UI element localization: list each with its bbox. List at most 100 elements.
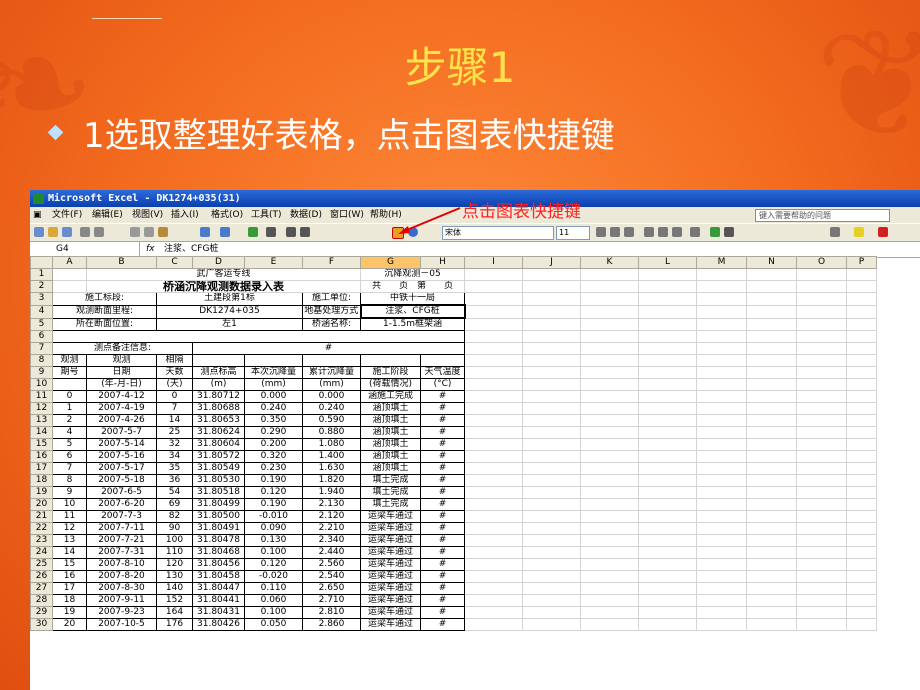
cell[interactable] bbox=[522, 594, 581, 607]
cell[interactable] bbox=[522, 342, 581, 355]
cell[interactable]: 11 bbox=[52, 510, 87, 523]
cell[interactable] bbox=[580, 426, 639, 439]
cell[interactable] bbox=[580, 330, 639, 343]
cell[interactable] bbox=[696, 510, 747, 523]
cell[interactable] bbox=[796, 522, 847, 535]
sort-asc-icon[interactable] bbox=[286, 227, 296, 237]
cell[interactable]: 运梁车通过 bbox=[360, 558, 421, 571]
cell[interactable]: 施工阶段 bbox=[360, 366, 421, 379]
cell[interactable] bbox=[522, 498, 581, 511]
cell[interactable] bbox=[846, 462, 877, 475]
menu-data[interactable]: 数据(D) bbox=[290, 207, 322, 223]
cell[interactable] bbox=[796, 280, 847, 293]
cell[interactable] bbox=[580, 280, 639, 293]
cell[interactable] bbox=[846, 450, 877, 463]
cell[interactable] bbox=[464, 366, 523, 379]
cell[interactable] bbox=[522, 414, 581, 427]
row-header[interactable]: 13 bbox=[30, 414, 53, 427]
cell[interactable] bbox=[192, 354, 245, 367]
cell[interactable] bbox=[846, 317, 877, 331]
cell[interactable] bbox=[796, 402, 847, 415]
merge-icon[interactable] bbox=[690, 227, 700, 237]
cell[interactable]: 35 bbox=[156, 462, 193, 475]
cell[interactable]: # bbox=[420, 498, 465, 511]
cell[interactable] bbox=[696, 292, 747, 306]
cell[interactable] bbox=[464, 268, 523, 281]
cell[interactable] bbox=[522, 438, 581, 451]
cell[interactable]: 31.80468 bbox=[192, 546, 245, 559]
menu-format[interactable]: 格式(O) bbox=[211, 207, 243, 223]
cell[interactable]: 152 bbox=[156, 594, 193, 607]
cell[interactable]: 9 bbox=[52, 486, 87, 499]
menu-tools[interactable]: 工具(T) bbox=[251, 207, 282, 223]
cell[interactable]: 本次沉降量 bbox=[244, 366, 303, 379]
cell[interactable]: 4 bbox=[52, 426, 87, 439]
cell[interactable]: DK1274+035 bbox=[156, 304, 303, 319]
cell[interactable]: 施工单位: bbox=[302, 292, 361, 306]
cell[interactable]: 31.80688 bbox=[192, 402, 245, 415]
row-header[interactable]: 30 bbox=[30, 618, 53, 631]
cell[interactable]: 2007-5-7 bbox=[86, 426, 157, 439]
cell[interactable]: 运梁车通过 bbox=[360, 522, 421, 535]
cell[interactable] bbox=[638, 522, 697, 535]
cell[interactable] bbox=[746, 342, 797, 355]
cell[interactable] bbox=[464, 510, 523, 523]
cell[interactable]: # bbox=[420, 438, 465, 451]
col-header[interactable]: G bbox=[360, 256, 421, 269]
cell[interactable] bbox=[846, 486, 877, 499]
cell[interactable]: 涵施工完成 bbox=[360, 390, 421, 403]
cell[interactable]: 中铁十一局 bbox=[360, 292, 465, 306]
cell[interactable]: 运梁车通过 bbox=[360, 618, 421, 631]
cell[interactable] bbox=[464, 354, 523, 367]
cell[interactable]: 2.650 bbox=[302, 582, 361, 595]
cell[interactable] bbox=[796, 438, 847, 451]
cell[interactable]: 2.710 bbox=[302, 594, 361, 607]
cell[interactable] bbox=[464, 546, 523, 559]
cell[interactable]: 日期 bbox=[86, 366, 157, 379]
cell[interactable]: 2.560 bbox=[302, 558, 361, 571]
cell[interactable] bbox=[696, 354, 747, 367]
cell[interactable]: 7 bbox=[156, 402, 193, 415]
cell[interactable]: 累计沉降量 bbox=[302, 366, 361, 379]
cell[interactable]: 0.100 bbox=[244, 606, 303, 619]
cell[interactable] bbox=[696, 582, 747, 595]
cell[interactable] bbox=[522, 462, 581, 475]
cell[interactable]: 2.860 bbox=[302, 618, 361, 631]
cell[interactable]: 2007-9-23 bbox=[86, 606, 157, 619]
cell[interactable]: 13 bbox=[52, 534, 87, 547]
cell[interactable]: 0.320 bbox=[244, 450, 303, 463]
cell[interactable] bbox=[796, 378, 847, 391]
cell[interactable] bbox=[796, 450, 847, 463]
cell[interactable]: # bbox=[420, 558, 465, 571]
cell[interactable]: 31.80447 bbox=[192, 582, 245, 595]
cell[interactable]: 2007-7-11 bbox=[86, 522, 157, 535]
font-size-select[interactable]: 11 bbox=[556, 226, 590, 240]
cell[interactable] bbox=[638, 582, 697, 595]
cell[interactable] bbox=[746, 606, 797, 619]
cell[interactable] bbox=[464, 450, 523, 463]
cell[interactable]: # bbox=[420, 618, 465, 631]
cell[interactable] bbox=[796, 292, 847, 306]
cell[interactable] bbox=[796, 594, 847, 607]
row-header[interactable]: 11 bbox=[30, 390, 53, 403]
col-header[interactable]: B bbox=[86, 256, 157, 269]
cell[interactable] bbox=[846, 534, 877, 547]
cell[interactable]: 0.100 bbox=[244, 546, 303, 559]
cell[interactable] bbox=[846, 474, 877, 487]
cell[interactable] bbox=[580, 522, 639, 535]
cell[interactable] bbox=[464, 522, 523, 535]
cell[interactable] bbox=[746, 268, 797, 281]
cell[interactable]: 31.80549 bbox=[192, 462, 245, 475]
paste-icon[interactable] bbox=[158, 227, 168, 237]
cell[interactable]: 2007-7-3 bbox=[86, 510, 157, 523]
cell[interactable] bbox=[580, 402, 639, 415]
cell[interactable] bbox=[244, 354, 303, 367]
cell[interactable]: 施工标段: bbox=[52, 292, 157, 306]
cell[interactable] bbox=[796, 366, 847, 379]
row-header[interactable]: 25 bbox=[30, 558, 53, 571]
cell[interactable]: 7 bbox=[52, 462, 87, 475]
cell[interactable] bbox=[696, 450, 747, 463]
cell[interactable]: 31.80530 bbox=[192, 474, 245, 487]
cell[interactable] bbox=[696, 390, 747, 403]
cell[interactable]: 17 bbox=[52, 582, 87, 595]
